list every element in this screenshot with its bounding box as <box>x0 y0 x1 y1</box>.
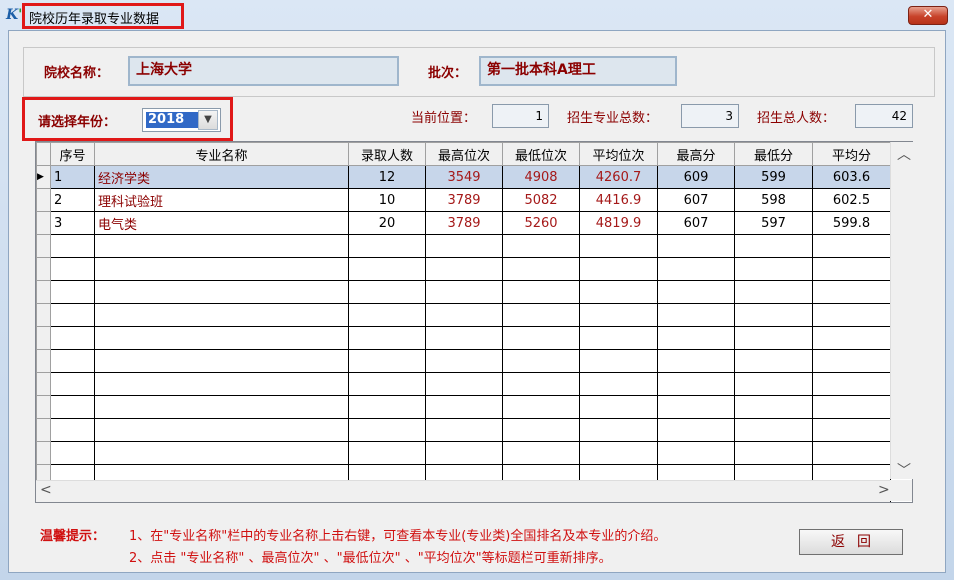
column-header[interactable]: 最低位次 <box>502 142 580 166</box>
empty-row <box>36 257 891 281</box>
min-score: 599 <box>734 165 813 189</box>
school-name-field: 上海大学 <box>128 56 399 86</box>
majors-count-label: 招生专业总数： <box>567 111 659 126</box>
vertical-scrollbar[interactable]: ︿ ﹀ <box>890 142 913 479</box>
grid-header-row: 序号 专业名称 录取人数 最高位次 最低位次 平均位次 最高分 最低分 平均分 <box>36 142 891 166</box>
window-title: 院校历年录取专业数据 <box>29 12 160 27</box>
majors-grid[interactable]: 序号 专业名称 录取人数 最高位次 最低位次 平均位次 最高分 最低分 平均分 … <box>35 141 913 503</box>
table-row[interactable]: 2 理科试验班 10 3789 5082 4416.9 607 598 602.… <box>36 188 891 212</box>
batch-field: 第一批本科A理工 <box>479 56 677 86</box>
scroll-up-icon[interactable]: ︿ <box>897 144 911 164</box>
year-select[interactable]: 2018 ▼ <box>142 108 221 132</box>
avg-rank: 4260.7 <box>579 165 658 189</box>
column-header[interactable]: 平均位次 <box>579 142 658 166</box>
top-rank: 3789 <box>425 188 503 212</box>
majors-count-value: 3 <box>681 104 739 128</box>
back-button[interactable]: 返回 <box>799 529 903 555</box>
top-rank: 3549 <box>425 165 503 189</box>
app-logo-icon: K' <box>6 7 23 23</box>
students-total-label: 招生总人数： <box>757 111 836 126</box>
empty-row <box>36 418 891 442</box>
chevron-down-icon[interactable]: ▼ <box>198 110 218 130</box>
avg-rank: 4819.9 <box>579 211 658 235</box>
header-corner <box>36 142 51 166</box>
position-label: 当前位置： <box>411 111 477 126</box>
row-number: 2 <box>50 188 95 212</box>
avg-score: 603.6 <box>812 165 891 189</box>
empty-row <box>36 234 891 258</box>
empty-row <box>36 303 891 327</box>
empty-row <box>36 349 891 373</box>
empty-row <box>36 441 891 465</box>
max-score: 607 <box>657 188 735 212</box>
avg-score: 602.5 <box>812 188 891 212</box>
table-row[interactable]: ▶ 1 经济学类 12 3549 4908 4260.7 609 599 603… <box>36 165 891 189</box>
column-header[interactable]: 平均分 <box>812 142 891 166</box>
avg-score: 599.8 <box>812 211 891 235</box>
major-name[interactable]: 经济学类 <box>94 165 349 189</box>
min-score: 597 <box>734 211 813 235</box>
admit-count: 10 <box>348 188 426 212</box>
low-rank: 5082 <box>502 188 580 212</box>
main-window: K' 院校历年录取专业数据 ✕ 院校名称： 上海大学 批次： 第一批本科A理工 … <box>0 0 954 580</box>
empty-row <box>36 395 891 419</box>
major-name[interactable]: 理科试验班 <box>94 188 349 212</box>
horizontal-scrollbar[interactable]: < > <box>36 480 890 502</box>
empty-row <box>36 326 891 350</box>
scroll-down-icon[interactable]: ﹀ <box>897 460 911 480</box>
year-label: 请选择年份： <box>38 115 117 130</box>
batch-label: 批次： <box>428 66 468 81</box>
column-header[interactable]: 最低分 <box>734 142 813 166</box>
row-indicator <box>36 188 51 212</box>
column-header[interactable]: 专业名称 <box>94 142 349 166</box>
scroll-right-icon[interactable]: > <box>878 482 890 498</box>
low-rank: 4908 <box>502 165 580 189</box>
close-button[interactable]: ✕ <box>908 6 948 25</box>
min-score: 598 <box>734 188 813 212</box>
tips-label: 温馨提示： <box>40 529 106 544</box>
scrollbar-corner <box>890 480 912 501</box>
column-header[interactable]: 最高位次 <box>425 142 503 166</box>
admit-count: 20 <box>348 211 426 235</box>
low-rank: 5260 <box>502 211 580 235</box>
row-number: 3 <box>50 211 95 235</box>
scroll-left-icon[interactable]: < <box>40 482 52 498</box>
empty-row <box>36 372 891 396</box>
max-score: 609 <box>657 165 735 189</box>
column-header[interactable]: 录取人数 <box>348 142 426 166</box>
title-bar: K' 院校历年录取专业数据 ✕ <box>0 0 954 30</box>
tip-line-2: 2、点击 "专业名称" 、最高位次" 、"最低位次" 、"平均位次"等标题栏可重… <box>129 551 612 566</box>
column-header[interactable]: 最高分 <box>657 142 735 166</box>
major-name[interactable]: 电气类 <box>94 211 349 235</box>
row-indicator <box>36 211 51 235</box>
admit-count: 12 <box>348 165 426 189</box>
empty-row <box>36 280 891 304</box>
current-row-marker-icon: ▶ <box>36 165 51 189</box>
avg-rank: 4416.9 <box>579 188 658 212</box>
students-total-value: 42 <box>855 104 913 128</box>
majors-table: 序号 专业名称 录取人数 最高位次 最低位次 平均位次 最高分 最低分 平均分 … <box>36 142 891 502</box>
school-label: 院校名称： <box>44 66 110 81</box>
tip-line-1: 1、在"专业名称"栏中的专业名称上击右键，可查看本专业(专业类)全国排名及本专业… <box>129 529 667 544</box>
column-header[interactable]: 序号 <box>50 142 95 166</box>
max-score: 607 <box>657 211 735 235</box>
position-value: 1 <box>492 104 549 128</box>
top-rank: 3789 <box>425 211 503 235</box>
table-row[interactable]: 3 电气类 20 3789 5260 4819.9 607 597 599.8 <box>36 211 891 235</box>
year-selected-value: 2018 <box>146 112 198 128</box>
row-number: 1 <box>50 165 95 189</box>
